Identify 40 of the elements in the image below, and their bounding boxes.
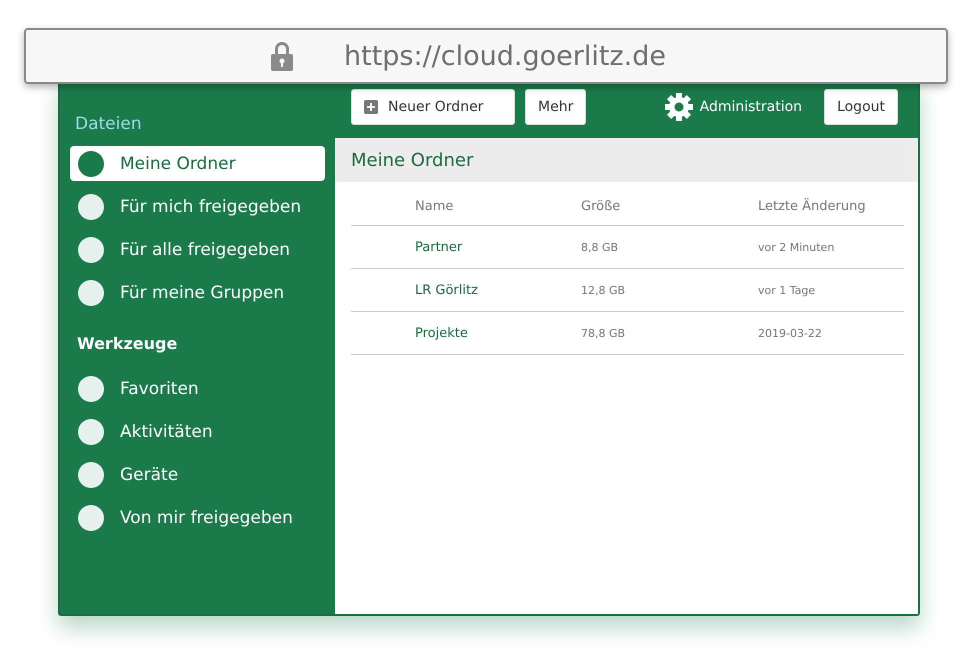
table-cell-text: vor 2 Minuten [758, 240, 836, 254]
more-button[interactable]: Mehr [525, 89, 586, 125]
plus-icon [364, 100, 378, 114]
sidebar-item[interactable]: Aktivitäten [70, 414, 325, 449]
address-bar[interactable]: https://cloud.goerlitz.de [24, 28, 948, 84]
sidebar-item[interactable]: Von mir freigegeben [70, 500, 325, 535]
folder-name[interactable]: LR Görlitz [415, 282, 581, 298]
circle-icon [78, 462, 104, 488]
settings-icon [664, 92, 694, 122]
circle-icon [78, 504, 104, 530]
table-cell-text: vor 1 Tage [758, 284, 816, 296]
circle-icon [78, 236, 104, 262]
lock-icon [270, 40, 294, 72]
table-cell-text: 8,8 GB [581, 240, 620, 254]
section-heading: Dateien [75, 114, 143, 134]
folder-name[interactable]: Projekte [415, 326, 581, 340]
sidebar-item[interactable]: Favoriten [70, 371, 325, 406]
column-header: Letzte Änderung [758, 199, 867, 214]
url-text: https://cloud.goerlitz.de [344, 40, 666, 72]
table-cell-text: 2019-03-22 [758, 326, 823, 340]
logout-button[interactable]: Logout [824, 89, 898, 125]
new-folder-button[interactable]: Neuer Ordner [351, 89, 515, 125]
sidebar-item[interactable]: Für alle freigegeben [70, 232, 325, 267]
sidebar-item[interactable]: Für meine Gruppen [70, 275, 325, 310]
table-cell-text: 12,8 GB [581, 284, 626, 296]
sidebar-item[interactable]: Für mich freigegeben [70, 189, 325, 224]
circle-icon [78, 194, 104, 220]
sidebar-item[interactable]: Meine Ordner [70, 146, 325, 181]
circle-icon [78, 280, 104, 306]
section-heading: Werkzeuge [77, 334, 178, 353]
circle-icon [78, 376, 104, 402]
column-header: Größe [581, 199, 622, 214]
table-cell-text: 78,8 GB [581, 326, 626, 340]
circle-icon [78, 150, 104, 176]
page-title: Meine Ordner [351, 150, 474, 170]
column-header: Name [415, 199, 454, 214]
administration-link[interactable]: Administration [664, 89, 802, 125]
sidebar-item[interactable]: Geräte [70, 457, 325, 492]
circle-icon [78, 418, 104, 444]
folder-name[interactable]: Partner [415, 240, 581, 254]
